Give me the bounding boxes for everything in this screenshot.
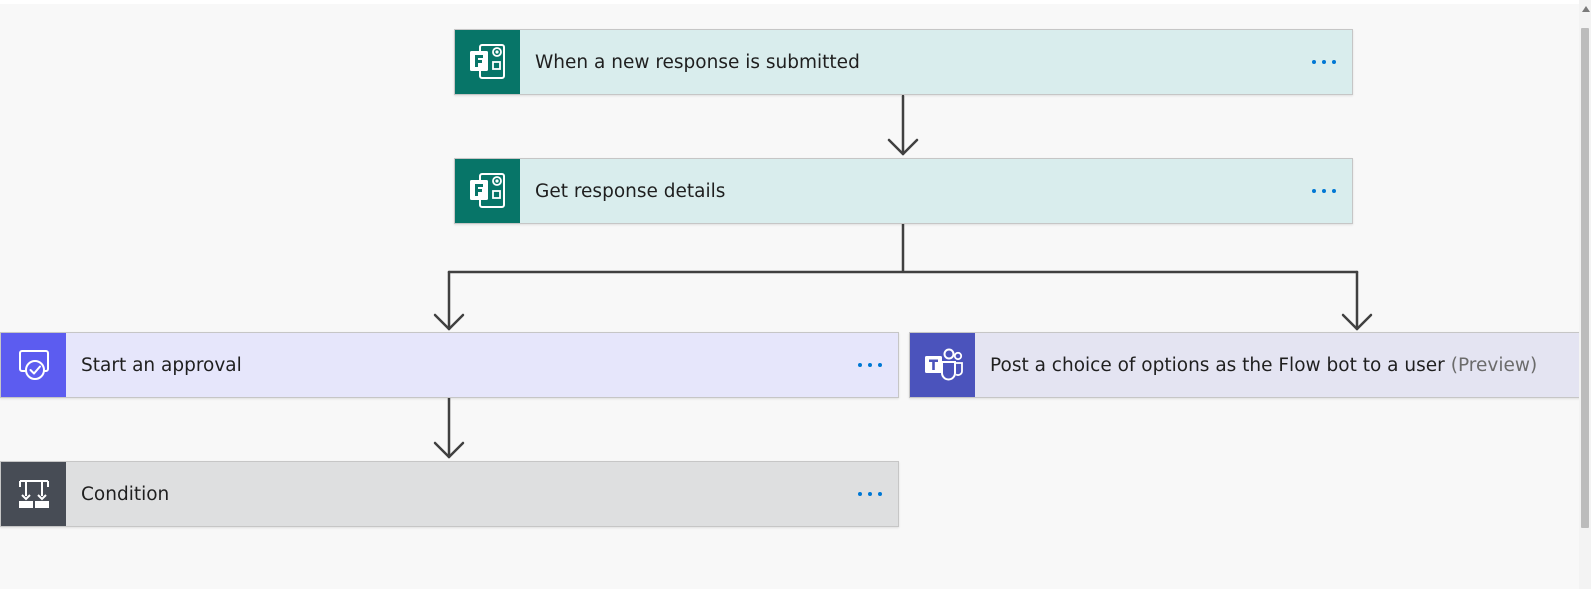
condition-icon xyxy=(1,462,66,526)
scrollbar-thumb[interactable] xyxy=(1581,28,1589,528)
more-options-icon[interactable] xyxy=(1312,30,1336,94)
more-options-icon[interactable] xyxy=(858,462,882,526)
connector-branch-split xyxy=(447,221,1359,274)
teams-icon xyxy=(910,333,975,397)
preview-label: (Preview) xyxy=(1450,354,1538,376)
more-options-icon[interactable] xyxy=(1312,159,1336,223)
forms-icon xyxy=(455,159,520,223)
step-title: Post a choice of options as the Flow bot… xyxy=(990,333,1537,397)
step-title: Get response details xyxy=(535,180,726,202)
forms-icon xyxy=(455,30,520,94)
step-title: When a new response is submitted xyxy=(535,51,860,73)
step-card-trigger[interactable]: When a new response is submitted xyxy=(454,29,1353,95)
more-options-icon[interactable] xyxy=(858,333,882,397)
scroll-up-icon[interactable] xyxy=(1582,6,1590,12)
step-title: Condition xyxy=(81,483,170,505)
step-card-get-response-details[interactable]: Get response details xyxy=(454,158,1353,224)
step-card-condition[interactable]: Condition xyxy=(0,461,899,527)
step-title: Start an approval xyxy=(81,354,242,376)
step-card-start-approval[interactable]: Start an approval xyxy=(0,332,899,398)
step-card-post-choice-teams[interactable]: Post a choice of options as the Flow bot… xyxy=(909,332,1583,398)
approval-icon xyxy=(1,333,66,397)
step-title-text: Post a choice of options as the Flow bot… xyxy=(990,354,1445,376)
